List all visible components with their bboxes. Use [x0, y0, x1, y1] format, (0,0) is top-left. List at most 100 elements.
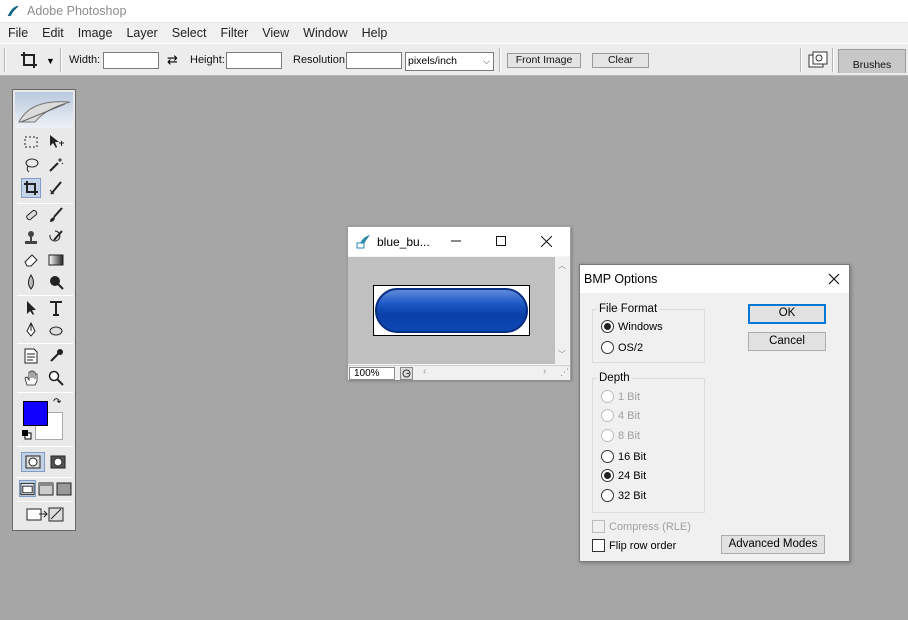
- resize-grip-icon[interactable]: ⋰: [560, 367, 569, 378]
- resolution-input[interactable]: [346, 52, 402, 69]
- scroll-down-icon[interactable]: ﹀: [558, 349, 566, 360]
- document-canvas[interactable]: [348, 257, 555, 364]
- scroll-up-icon[interactable]: ︿: [558, 260, 566, 271]
- close-icon[interactable]: [825, 270, 843, 288]
- quick-mask-mode-icon[interactable]: [46, 452, 70, 472]
- scroll-left-icon[interactable]: ‹: [423, 366, 426, 377]
- front-image-button[interactable]: Front Image: [507, 53, 581, 68]
- maximize-icon[interactable]: [490, 231, 512, 251]
- depth-24bit-label: 24 Bit: [618, 469, 647, 482]
- blue-button-image: [373, 285, 530, 336]
- document-statusbar: 100% ‹ › ⋰: [348, 365, 570, 380]
- height-input[interactable]: [226, 52, 282, 69]
- document-icon: [356, 235, 370, 249]
- window-title: Adobe Photoshop: [27, 4, 127, 18]
- menu-help[interactable]: Help: [355, 26, 395, 40]
- radio-indicator: [601, 429, 614, 442]
- zoom-icon[interactable]: [46, 368, 66, 388]
- clone-stamp-icon[interactable]: [21, 228, 41, 248]
- menu-file[interactable]: File: [0, 26, 35, 40]
- status-menu-icon[interactable]: [400, 367, 413, 380]
- menu-filter[interactable]: Filter: [213, 26, 255, 40]
- toolbox-separator: [17, 477, 73, 478]
- swap-dimensions-icon[interactable]: ⇄: [167, 52, 178, 68]
- resolution-units-select[interactable]: pixels/inch ⌵: [405, 52, 494, 71]
- title-bar: Adobe Photoshop: [0, 0, 908, 23]
- blur-icon[interactable]: [21, 272, 41, 292]
- full-screen-menu-mode-icon[interactable]: [37, 480, 54, 497]
- depth-16bit-radio[interactable]: 16 Bit: [601, 450, 646, 463]
- menu-edit[interactable]: Edit: [35, 26, 71, 40]
- hand-icon[interactable]: [21, 368, 41, 388]
- gradient-icon[interactable]: [46, 250, 66, 270]
- shape-icon[interactable]: [46, 320, 66, 340]
- toolbox-separator: [17, 501, 73, 502]
- chevron-down-icon[interactable]: ▼: [46, 56, 55, 66]
- brush-icon[interactable]: [46, 205, 66, 225]
- slice-icon[interactable]: [46, 178, 66, 198]
- eyedropper-icon[interactable]: [46, 346, 66, 366]
- type-icon[interactable]: [46, 298, 66, 318]
- advanced-modes-button[interactable]: Advanced Modes: [721, 535, 825, 554]
- file-browser-icon[interactable]: [808, 51, 828, 69]
- healing-brush-icon[interactable]: [21, 205, 41, 225]
- foreground-color-swatch[interactable]: [23, 401, 48, 426]
- menu-layer[interactable]: Layer: [119, 26, 164, 40]
- format-os2-radio[interactable]: OS/2: [601, 341, 643, 354]
- history-brush-icon[interactable]: [46, 228, 66, 248]
- move-icon[interactable]: [46, 132, 66, 152]
- document-title: blue_bu...: [377, 235, 430, 249]
- minimize-icon[interactable]: [445, 231, 467, 251]
- checkbox-indicator: [592, 520, 605, 533]
- jump-to-imageready-icon[interactable]: [21, 504, 69, 524]
- ok-button[interactable]: OK: [748, 304, 826, 324]
- menu-view[interactable]: View: [255, 26, 296, 40]
- radio-indicator: [601, 409, 614, 422]
- scroll-right-icon[interactable]: ›: [543, 366, 546, 377]
- width-input[interactable]: [103, 52, 159, 69]
- vertical-scrollbar[interactable]: ︿ ﹀: [555, 257, 570, 364]
- path-select-icon[interactable]: [21, 298, 41, 318]
- document-titlebar[interactable]: blue_bu...: [348, 227, 570, 256]
- close-icon[interactable]: [535, 231, 557, 251]
- menu-image[interactable]: Image: [71, 26, 120, 40]
- pen-icon[interactable]: [21, 320, 41, 340]
- toolbox-separator: [17, 295, 73, 296]
- format-windows-radio[interactable]: Windows: [601, 320, 663, 333]
- dialog-titlebar[interactable]: BMP Options: [580, 265, 849, 293]
- swap-colors-icon[interactable]: ↷: [53, 397, 61, 408]
- depth-32bit-radio[interactable]: 32 Bit: [601, 489, 646, 502]
- crop-icon[interactable]: [21, 178, 41, 198]
- clear-button[interactable]: Clear: [592, 53, 649, 68]
- dodge-icon[interactable]: [46, 272, 66, 292]
- menu-select[interactable]: Select: [165, 26, 214, 40]
- brushes-palette-tab[interactable]: Brushes: [838, 49, 906, 73]
- default-colors-icon[interactable]: [22, 430, 32, 440]
- bmp-options-dialog: BMP Options File Format Windows OS/2 Dep…: [579, 264, 850, 562]
- format-windows-label: Windows: [618, 320, 663, 333]
- magic-wand-icon[interactable]: [46, 155, 66, 175]
- cancel-button[interactable]: Cancel: [748, 332, 826, 351]
- zoom-level-field[interactable]: 100%: [349, 367, 395, 380]
- flip-row-order-checkbox[interactable]: Flip row order: [592, 539, 676, 552]
- toolbox-header[interactable]: [15, 92, 73, 128]
- flip-row-order-label: Flip row order: [609, 539, 677, 552]
- depth-24bit-radio[interactable]: 24 Bit: [601, 469, 646, 482]
- depth-8bit-label: 8 Bit: [618, 429, 641, 442]
- notes-icon[interactable]: [21, 346, 41, 366]
- depth-16bit-label: 16 Bit: [618, 450, 647, 463]
- eraser-icon[interactable]: [21, 250, 41, 270]
- standard-mode-icon[interactable]: [21, 452, 45, 472]
- lasso-icon[interactable]: [21, 155, 41, 175]
- options-separator: [832, 48, 834, 72]
- width-label: Width:: [69, 54, 101, 66]
- crop-tool-preset-icon[interactable]: [20, 51, 38, 69]
- standard-screen-mode-icon[interactable]: [19, 480, 36, 497]
- resolution-label: Resolution:: [293, 54, 349, 66]
- depth-1bit-radio: 1 Bit: [601, 390, 640, 403]
- menu-window[interactable]: Window: [296, 26, 354, 40]
- document-window[interactable]: blue_bu... ︿ ﹀ 100% ‹ › ⋰: [347, 226, 571, 380]
- marquee-icon[interactable]: [21, 132, 41, 152]
- full-screen-mode-icon[interactable]: [55, 480, 72, 497]
- toolbox-separator: [17, 343, 73, 344]
